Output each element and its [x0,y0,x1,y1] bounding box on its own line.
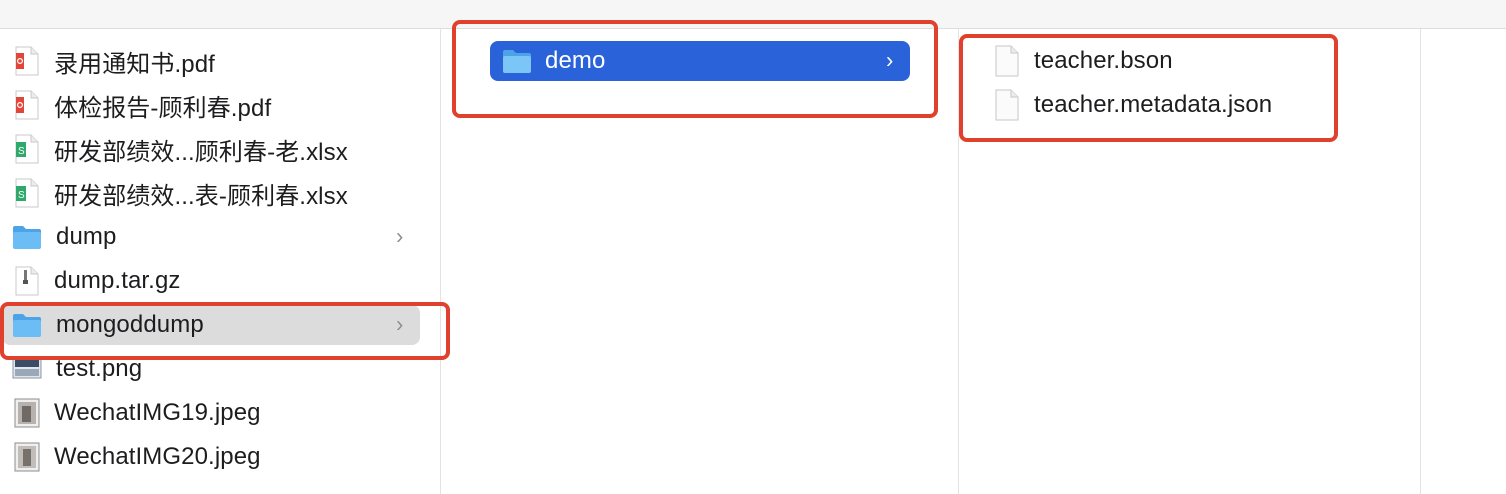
list-item[interactable]: teacher.bson [959,41,1399,81]
spreadsheet-file-icon: S [15,134,39,164]
folder-icon [503,50,531,73]
list-item-selected[interactable]: mongoddump › [2,305,420,345]
list-item[interactable]: 录用通知书.pdf [0,41,430,81]
column-empty[interactable] [1421,29,1506,494]
svg-text:S: S [18,146,25,157]
pdf-file-icon [15,46,39,76]
column-middle[interactable]: demo › [441,29,929,494]
list-item-label: WechatIMG20.jpeg [54,443,261,470]
list-item[interactable]: dump.tar.gz [0,261,430,301]
spreadsheet-file-icon: S [15,178,39,208]
generic-file-icon [995,45,1019,77]
list-item[interactable]: teacher.metadata.json [959,85,1399,125]
toolbar-strip [0,0,1506,29]
list-item-label: dump.tar.gz [54,267,181,294]
folder-icon [13,314,41,337]
column-right[interactable]: teacher.bson teacher.metadata.json [959,29,1419,494]
list-item[interactable]: dump › [0,217,430,257]
list-item-label: teacher.bson [1034,47,1173,74]
list-item-label: 体检报告-顾利春.pdf [54,94,272,122]
list-item[interactable]: WechatIMG20.jpeg [0,437,430,477]
image-file-icon [14,398,40,428]
image-file-icon [12,357,42,379]
list-item[interactable]: S 研发部绩效...顾利春-老.xlsx [0,129,430,169]
archive-file-icon [15,266,39,296]
list-item[interactable]: 体检报告-顾利春.pdf [0,85,430,125]
list-item-label: demo [545,47,606,74]
list-item[interactable]: test.png [0,349,430,389]
list-item[interactable]: WechatIMG19.jpeg [0,393,430,433]
list-item-label: mongoddump [56,311,204,338]
list-item-label: WechatIMG19.jpeg [54,399,261,426]
list-item-label: 研发部绩效...表-顾利春.xlsx [54,182,348,210]
svg-text:S: S [18,190,25,201]
list-item-label: 研发部绩效...顾利春-老.xlsx [54,138,348,166]
list-item[interactable]: S 研发部绩效...表-顾利春.xlsx [0,173,430,213]
list-item-label: test.png [56,355,143,382]
chevron-right-icon: › [396,223,404,249]
list-item-label: teacher.metadata.json [1034,91,1273,118]
pdf-file-icon [15,90,39,120]
column-left[interactable]: 录用通知书.pdf 体检报告-顾利春.pdf S 研发部绩效...顾利春-老.x… [0,29,440,494]
list-item-label: 录用通知书.pdf [54,50,215,78]
list-item-selected[interactable]: demo › [490,41,910,81]
image-file-icon [14,442,40,472]
chevron-right-icon: › [886,47,894,73]
folder-icon [13,226,41,249]
list-item-label: dump [56,223,117,250]
chevron-right-icon: › [396,311,404,337]
generic-file-icon [995,89,1019,121]
